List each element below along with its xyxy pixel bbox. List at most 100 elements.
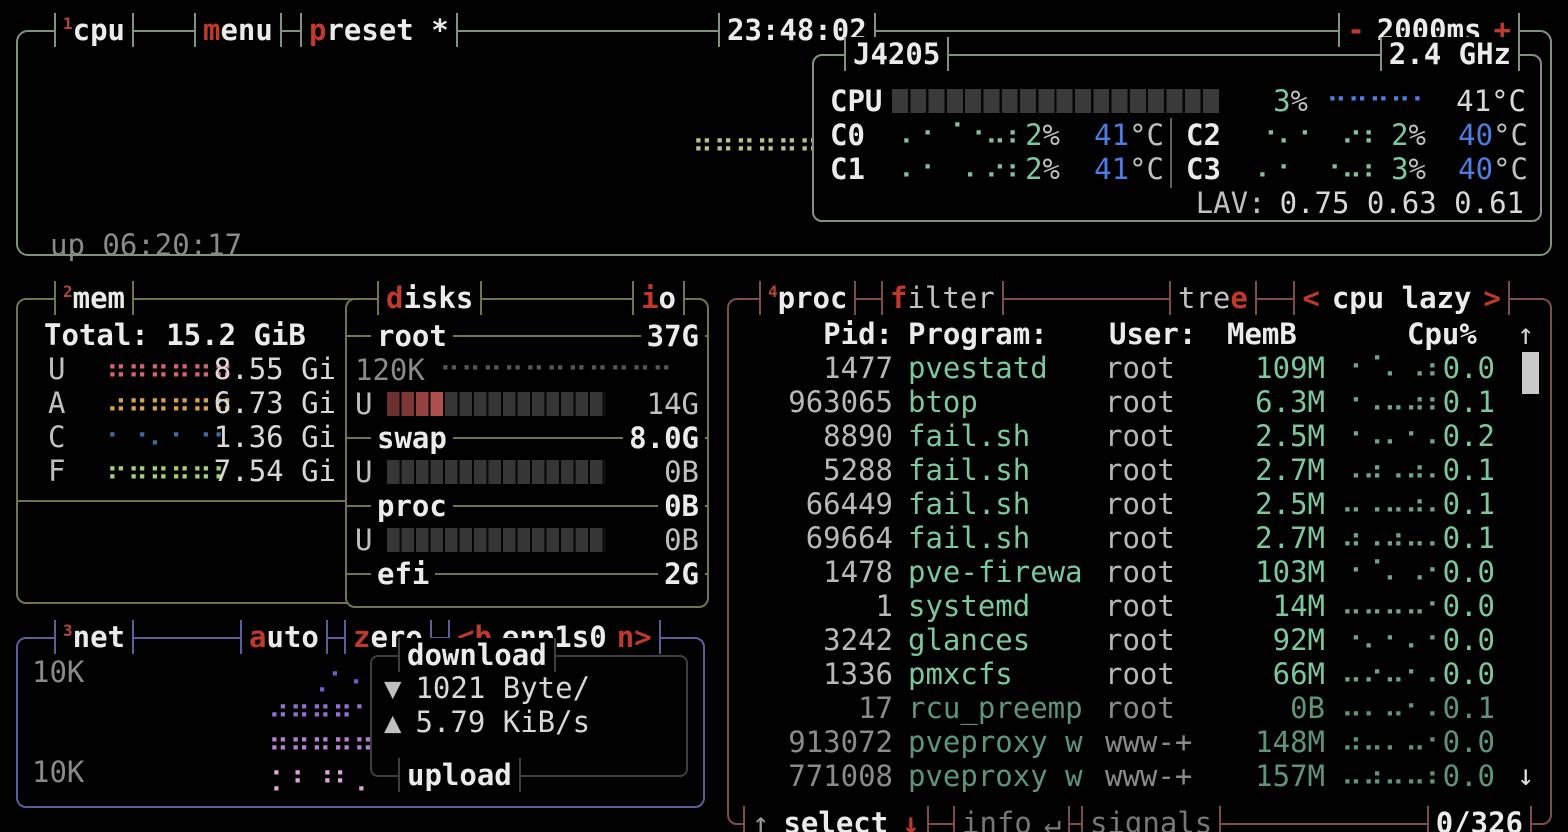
info-label: info (962, 806, 1032, 832)
core-temp: 41°C (1072, 118, 1164, 152)
cpu-total-temp: 41°C (1416, 84, 1526, 118)
process-cpu: 0.1 (1405, 691, 1495, 725)
cpu-detail-panel: J4205 2.4 GHz CPU 3% ⠒⠒⠒⠒⠂ 41°C C0 ⠄⠂⠈⠐⠤… (812, 54, 1542, 222)
core-name: C2 (1186, 118, 1221, 152)
column-header-mem[interactable]: MemB (1227, 317, 1297, 351)
process-row[interactable]: 5288fail.shroot2.7M⠠⠴⠠⠴⠄0.1 (743, 453, 1536, 487)
sort-next-button[interactable]: > (1484, 281, 1501, 315)
core-column-divider (1170, 118, 1172, 188)
select-down-icon[interactable]: ↓ (902, 806, 919, 832)
process-cpu: 0.0 (1405, 623, 1495, 657)
process-row[interactable]: 69664fail.shroot2.7M⠴⠠⠴⠤⠄0.1 (743, 521, 1536, 555)
process-row[interactable]: 1477pvestatdroot109M⠐⠈⠄⠠⠆0.0 (743, 351, 1536, 385)
process-pid: 1336 (743, 657, 893, 691)
net-panel: 3 net a uto z ero <b enp1s0 n> 10K 10K ⠀… (16, 637, 705, 808)
process-name: pveproxy w (908, 725, 1083, 759)
process-row[interactable]: 913072pveproxy wwww-+148M⠴⠤⠄⠤⠂0.0 (743, 725, 1536, 759)
auto-label: uto (266, 620, 318, 654)
process-user: root (1105, 691, 1175, 725)
column-header-cpu[interactable]: Cpu% (1407, 317, 1477, 351)
disk-name: swap (371, 421, 453, 455)
column-header-program[interactable]: Program: (908, 317, 1048, 351)
cpu-panel: 1 cpu m enu p reset * 23:48:02 - 2000ms … (16, 30, 1552, 256)
preset-label: reset * (326, 13, 448, 47)
process-row[interactable]: 3242glancesroot92M⠐⠄⠂⠄⠂0.0 (743, 623, 1536, 657)
btop-screen: 1 cpu m enu p reset * 23:48:02 - 2000ms … (0, 0, 1568, 832)
mem-row-label: U (48, 352, 65, 386)
disks-title: isks (403, 281, 473, 315)
io-mode-button[interactable]: i o (632, 281, 685, 315)
tab-proc[interactable]: 4 proc (759, 281, 856, 315)
process-row[interactable]: 8890fail.shroot2.5M⠐⠠⠄⠂⠄0.2 (743, 419, 1536, 453)
process-pid: 913072 (743, 725, 893, 759)
process-name: fail.sh (908, 487, 1030, 521)
sort-prev-button[interactable]: < (1302, 281, 1319, 315)
sort-mode: cpu lazy (1332, 281, 1472, 315)
preset-button[interactable]: p reset * (300, 13, 458, 47)
tab-mem[interactable]: 2 mem (54, 281, 134, 315)
process-pid: 66449 (743, 487, 893, 521)
disk-used-label: U (355, 387, 372, 421)
disk-section-proc: proc 0B (347, 489, 707, 523)
cpu-title: cpu (73, 13, 125, 47)
sort-direction-icon: ↑ (1517, 317, 1534, 351)
interval-decrease-button[interactable]: - (1347, 13, 1364, 47)
disk-section-swap: swap 8.0G (347, 421, 707, 455)
process-user: root (1105, 487, 1175, 521)
process-row[interactable]: 1336pmxcfsroot66M⠤⠔⠤⠂⠄0.0 (743, 657, 1536, 691)
process-cpu: 0.0 (1405, 589, 1495, 623)
disks-hotkey: d (386, 281, 403, 315)
process-mem: 2.5M (1213, 419, 1325, 453)
process-cpu: 0.0 (1405, 555, 1495, 589)
process-pid: 1 (743, 589, 893, 623)
info-button[interactable]: info ↵ (953, 806, 1070, 832)
disk-name: efi (371, 557, 435, 591)
process-mem: 103M (1213, 555, 1325, 589)
process-mem: 0B (1213, 691, 1325, 725)
process-row[interactable]: 17rcu_preemproot0B⠤⠄⠤⠂⠄0.1 (743, 691, 1536, 725)
disk-used-value: 14G (609, 387, 699, 421)
mem-row-label: C (48, 420, 65, 454)
select-control[interactable]: ↑ select ↓ (743, 806, 929, 832)
signals-button[interactable]: signals (1081, 806, 1221, 832)
menu-hotkey: m (203, 13, 220, 47)
net-auto-button[interactable]: a uto (240, 620, 328, 654)
disks-panel: d isks i o root 37G 120K ⠒⠒⠒⠒⠒⠒⠒⠒⠒⠒⠒ U 1… (345, 298, 709, 608)
filter-button[interactable]: f ilter (881, 281, 1004, 315)
core-graph: ⠄⠂⠀⠐⠤⠆ (1256, 152, 1383, 186)
tab-cpu[interactable]: 1 cpu (54, 13, 134, 47)
net-hotkey-number: 3 (63, 623, 73, 639)
mem-hotkey-number: 2 (63, 284, 73, 300)
process-user: root (1105, 623, 1175, 657)
net-graph-row: ⠶⠶⠶⠶⠶ (268, 725, 374, 759)
zero-hotkey: z (353, 620, 370, 654)
process-name: pvestatd (908, 351, 1048, 385)
process-cpu: 0.2 (1405, 419, 1495, 453)
menu-button[interactable]: m enu (194, 13, 282, 47)
process-mem: 14M (1213, 589, 1325, 623)
process-user: www-+ (1105, 725, 1192, 759)
process-name: pve-firewa (908, 555, 1083, 589)
column-header-pid[interactable]: Pid: (763, 317, 893, 351)
process-row[interactable]: 963065btoproot6.3M⠐⠠⠤⠴⠆0.1 (743, 385, 1536, 419)
process-mem: 2.7M (1213, 521, 1325, 555)
sort-selector[interactable]: < cpu lazy > (1293, 281, 1510, 315)
upload-icon: ▲ (384, 705, 401, 739)
process-pid: 963065 (743, 385, 893, 419)
column-header-user[interactable]: User: (1109, 317, 1196, 351)
select-up-icon[interactable]: ↑ (752, 806, 769, 832)
process-name: fail.sh (908, 453, 1030, 487)
process-row[interactable]: 1478pve-firewaroot103M⠐⠈⠄⠠⠂0.0 (743, 555, 1536, 589)
process-row[interactable]: 66449fail.shroot2.5M⠤⠠⠤⠴⠄0.1 (743, 487, 1536, 521)
process-name: pveproxy w (908, 759, 1083, 793)
iface-next-button[interactable]: n> (617, 620, 652, 654)
disk-used-meter (387, 460, 605, 484)
tab-disks[interactable]: d isks (377, 281, 482, 315)
scroll-down-icon[interactable]: ↓ (1517, 758, 1534, 792)
tab-net[interactable]: 3 net (54, 620, 134, 654)
tree-button[interactable]: tre e (1169, 281, 1257, 315)
process-row[interactable]: 1systemdroot14M⠤⠤⠤⠤⠂0.0 (743, 589, 1536, 623)
cpu-frequency: 2.4 GHz (1380, 37, 1520, 71)
disk-size: 2G (658, 557, 705, 591)
process-row[interactable]: 771008pveproxy wwww-+157M⠤⠴⠤⠤⠆0.0 (743, 759, 1536, 793)
